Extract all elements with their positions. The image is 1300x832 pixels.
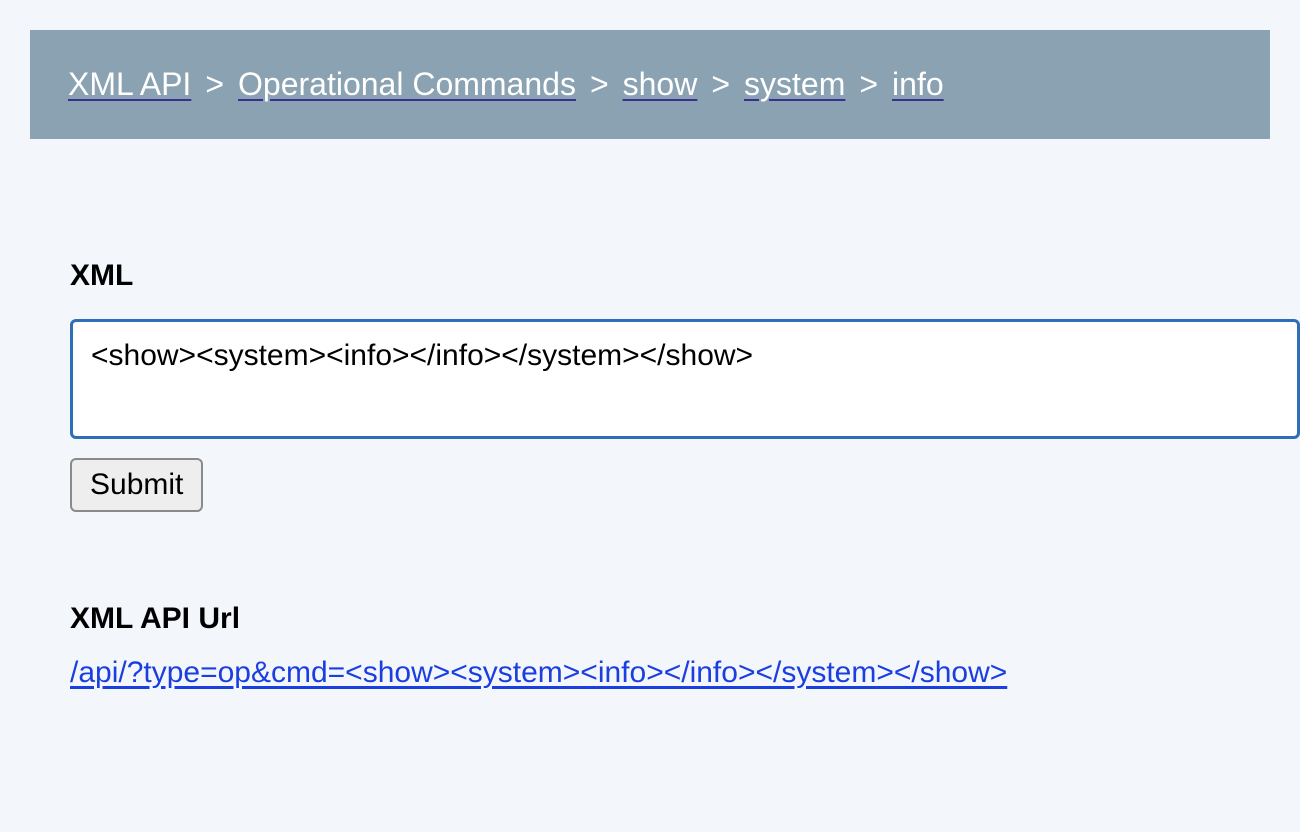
main-content: XML Submit XML API Url /api/?type=op&cmd…: [0, 259, 1300, 690]
breadcrumb-separator: >: [711, 66, 730, 103]
breadcrumb: XML API > Operational Commands > show > …: [68, 66, 1232, 103]
breadcrumb-operational-commands[interactable]: Operational Commands: [238, 66, 576, 103]
breadcrumb-separator: >: [205, 66, 224, 103]
breadcrumb-show[interactable]: show: [623, 66, 698, 103]
breadcrumb-xml-api[interactable]: XML API: [68, 66, 191, 103]
breadcrumb-bar: XML API > Operational Commands > show > …: [30, 30, 1270, 139]
url-section-label: XML API Url: [70, 602, 1270, 636]
submit-button[interactable]: Submit: [70, 458, 203, 512]
breadcrumb-separator: >: [859, 66, 878, 103]
breadcrumb-info[interactable]: info: [892, 66, 944, 103]
xml-input[interactable]: [70, 319, 1300, 439]
xml-section-label: XML: [70, 259, 1270, 293]
breadcrumb-system[interactable]: system: [744, 66, 845, 103]
breadcrumb-separator: >: [590, 66, 609, 103]
xml-api-url-link[interactable]: /api/?type=op&cmd=<show><system><info></…: [70, 656, 1007, 689]
